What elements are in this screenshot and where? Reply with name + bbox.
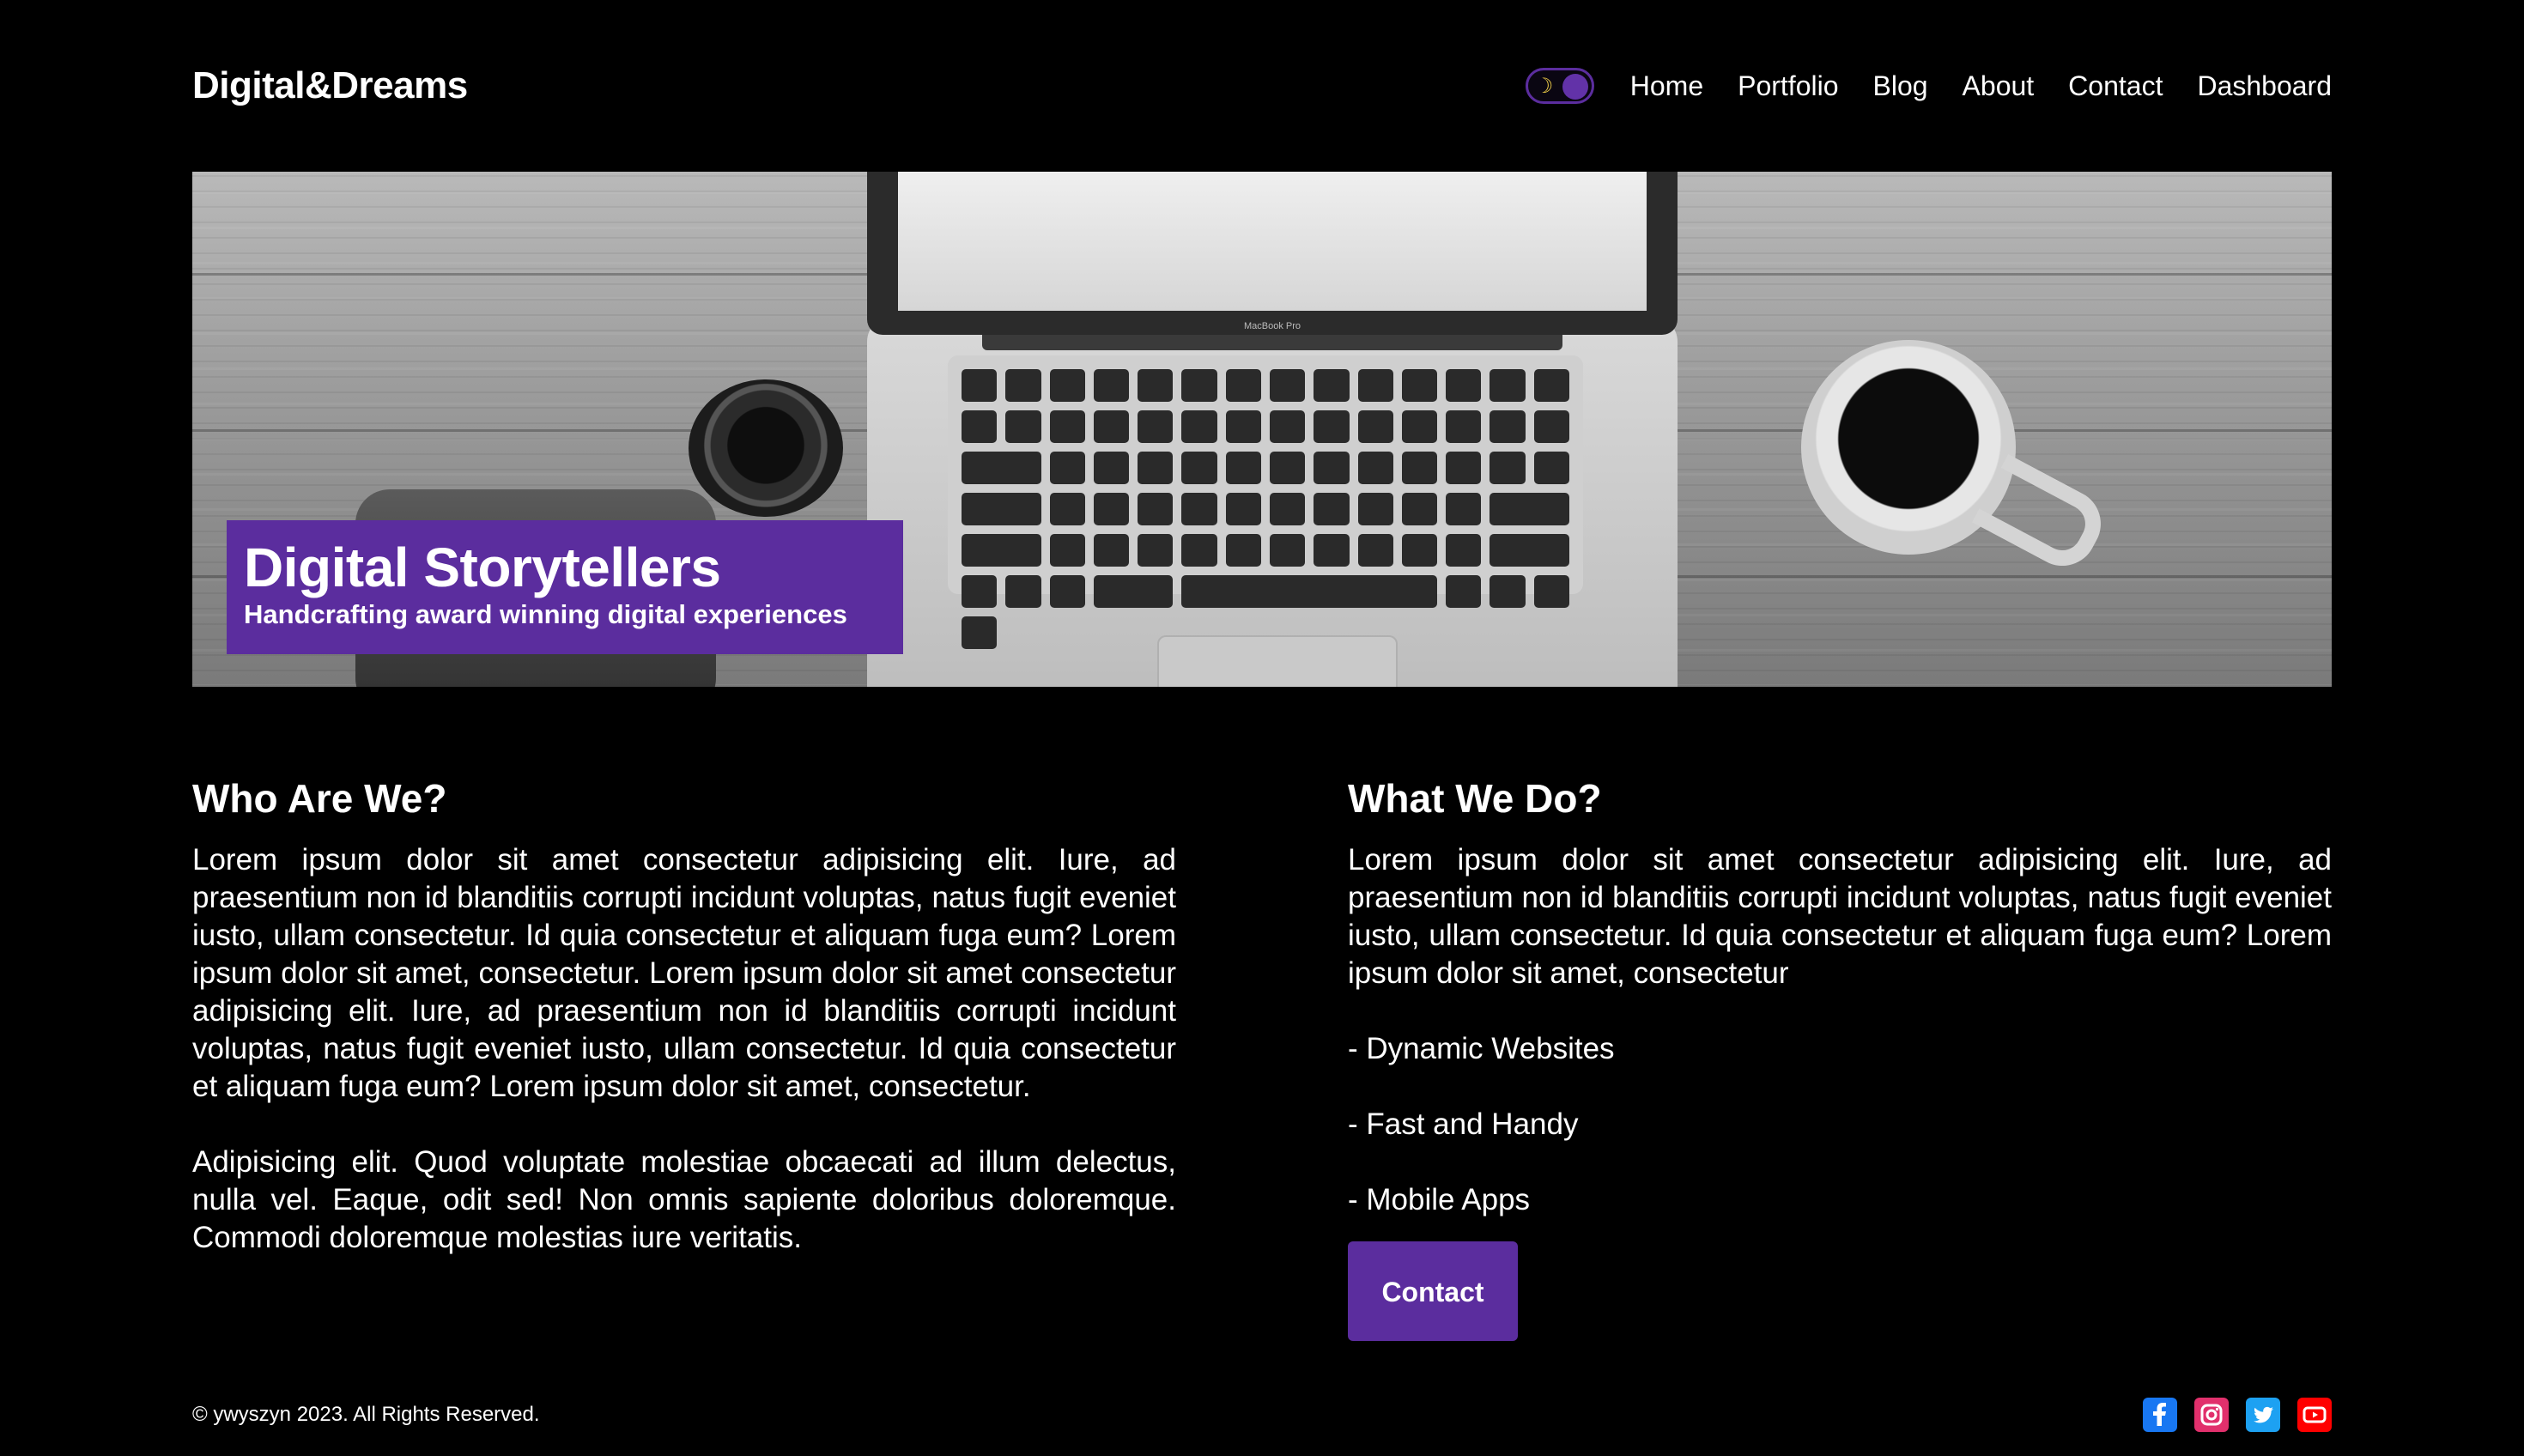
nav-about[interactable]: About bbox=[1963, 70, 2035, 102]
copyright-text: © ywyszyn 2023. All Rights Reserved. bbox=[192, 1403, 540, 1426]
camera-lens-image bbox=[689, 379, 843, 517]
laptop-hinge bbox=[982, 335, 1562, 350]
service-item: - Fast and Handy bbox=[1348, 1107, 1579, 1141]
site-footer: © ywyszyn 2023. All Rights Reserved. bbox=[192, 1391, 2332, 1439]
instagram-icon[interactable] bbox=[2194, 1398, 2229, 1432]
toggle-knob bbox=[1562, 74, 1588, 100]
laptop-keyboard-image bbox=[948, 355, 1583, 649]
what-heading: What We Do? bbox=[1348, 776, 1602, 821]
site-header: Digital&Dreams ☽ Home Portfolio Blog Abo… bbox=[192, 57, 2332, 115]
laptop-brand-label: MacBook Pro bbox=[1243, 321, 1301, 331]
nav-portfolio[interactable]: Portfolio bbox=[1738, 70, 1838, 102]
site-logo[interactable]: Digital&Dreams bbox=[192, 64, 468, 107]
main-nav: ☽ Home Portfolio Blog About Contact Dash… bbox=[1525, 68, 2332, 104]
theme-toggle[interactable]: ☽ bbox=[1525, 68, 1594, 104]
what-intro: Lorem ipsum dolor sit amet consectetur a… bbox=[1348, 843, 2332, 990]
contact-button[interactable]: Contact bbox=[1348, 1241, 1518, 1341]
service-item: - Mobile Apps bbox=[1348, 1183, 1531, 1216]
hero-title: Digital Storytellers bbox=[244, 537, 721, 598]
who-heading: Who Are We? bbox=[192, 776, 447, 821]
nav-blog[interactable]: Blog bbox=[1873, 70, 1928, 102]
who-paragraph-2: Adipisicing elit. Quod voluptate molesti… bbox=[192, 1145, 1176, 1254]
laptop-display bbox=[898, 172, 1647, 311]
facebook-icon[interactable] bbox=[2143, 1398, 2177, 1432]
crescent-moon-icon: ☽ bbox=[1534, 75, 1554, 98]
service-item: - Dynamic Websites bbox=[1348, 1032, 1615, 1065]
twitter-icon[interactable] bbox=[2246, 1398, 2280, 1432]
hero-banner: MacBook Pro Digital Storytellers Handcra… bbox=[192, 172, 2332, 687]
hero-caption: Digital Storytellers Handcrafting award … bbox=[227, 520, 903, 654]
social-links bbox=[2126, 1398, 2332, 1432]
nav-contact[interactable]: Contact bbox=[2068, 70, 2163, 102]
laptop-screen-image: MacBook Pro bbox=[867, 172, 1678, 335]
nav-home[interactable]: Home bbox=[1630, 70, 1703, 102]
youtube-icon[interactable] bbox=[2297, 1398, 2332, 1432]
laptop-trackpad bbox=[1157, 635, 1398, 687]
hero-subtitle: Handcrafting award winning digital exper… bbox=[244, 599, 847, 629]
who-paragraph-1: Lorem ipsum dolor sit amet consectetur a… bbox=[192, 843, 1176, 1103]
who-are-we-section: Who Are We? Lorem ipsum dolor sit amet c… bbox=[192, 755, 1176, 1295]
nav-dashboard[interactable]: Dashboard bbox=[2197, 70, 2332, 102]
what-we-do-section: What We Do? Lorem ipsum dolor sit amet c… bbox=[1348, 755, 2332, 1341]
